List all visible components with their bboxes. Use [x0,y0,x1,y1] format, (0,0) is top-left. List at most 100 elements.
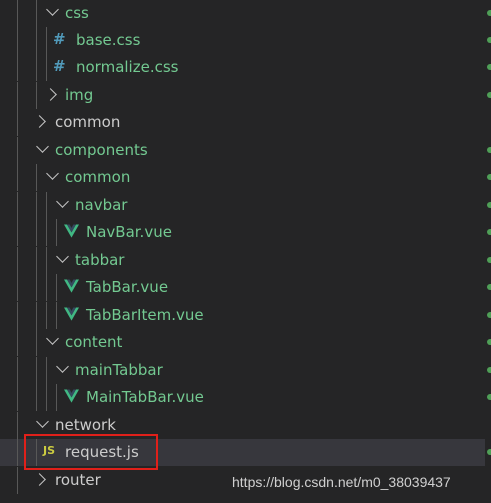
indent-guide [46,384,47,411]
file-label: normalize.css [76,58,179,76]
chevron-down-icon [46,3,59,16]
folder-label: content [65,333,123,351]
indent-guide [46,357,47,384]
tree-item-tabbar-folder[interactable]: tabbar [0,247,485,274]
tree-item-normalize-css[interactable]: # normalize.css [0,54,485,81]
indent-guide [56,274,57,301]
css-file-icon: # [53,57,66,75]
folder-label: network [55,416,116,434]
git-decoration-dot [487,174,491,180]
indent-guide [36,384,37,411]
tree-item-img-folder[interactable]: img [0,82,485,109]
indent-guide [36,329,37,356]
indent-guide [17,467,18,494]
indent-guide [46,302,47,329]
chevron-down-icon [36,140,49,153]
tree-item-tabbar-vue[interactable]: TabBar.vue [0,274,485,301]
tree-item-css-folder[interactable]: css [0,0,485,27]
indent-guide [46,54,47,81]
tree-item-navbar-vue[interactable]: NavBar.vue [0,219,485,246]
indent-guide [36,27,37,54]
indent-guide [17,357,18,384]
git-decoration-dot [487,449,491,455]
vue-file-icon [64,279,79,293]
indent-guide [56,384,57,411]
vue-file-icon [64,224,79,238]
indent-guide [17,439,18,466]
tree-item-maintabbar-vue[interactable]: MainTabBar.vue [0,384,485,411]
git-decoration-dot [487,202,491,208]
indent-guide [36,192,37,219]
indent-guide [46,219,47,246]
highlight-box [24,434,158,470]
folder-label: img [65,86,94,104]
indent-guide [36,274,37,301]
indent-guide [46,247,47,274]
chevron-right-icon [33,473,46,486]
git-decoration-dot [487,37,491,43]
indent-guide [17,412,18,439]
tree-item-common-subfolder[interactable]: common [0,164,485,191]
indent-guide [17,274,18,301]
indent-guide [56,219,57,246]
folder-label: css [65,4,89,22]
indent-guide [17,384,18,411]
chevron-down-icon [46,167,59,180]
indent-guide [17,0,18,27]
file-label: MainTabBar.vue [86,388,204,406]
indent-guide [17,219,18,246]
indent-guide [56,302,57,329]
indent-guide [17,302,18,329]
folder-label: router [55,471,101,489]
git-decoration-dot [487,257,491,263]
chevron-down-icon [36,415,49,428]
indent-guide [46,27,47,54]
indent-guide [36,219,37,246]
git-decoration-dot [487,229,491,235]
chevron-right-icon [33,115,46,128]
tree-item-common-folder[interactable]: common [0,109,485,136]
tree-item-content-folder[interactable]: content [0,329,485,356]
tree-item-base-css[interactable]: # base.css [0,27,485,54]
vue-file-icon [64,389,79,403]
tree-item-components-folder[interactable]: components [0,137,485,164]
git-decoration-dot [487,284,491,290]
indent-guide [36,302,37,329]
folder-label: common [65,168,131,186]
indent-guide [17,164,18,191]
tree-item-navbar-folder[interactable]: navbar [0,192,485,219]
folder-label: navbar [75,196,128,214]
watermark-text: https://blog.csdn.net/m0_38039437 [232,474,451,490]
git-decoration-dot [487,64,491,70]
folder-label: components [55,141,148,159]
indent-guide [17,109,18,136]
git-decoration-dot [487,367,491,373]
file-label: TabBar.vue [86,278,169,296]
folder-label: tabbar [75,251,125,269]
folder-label: common [55,113,121,131]
git-decoration-dot [487,10,491,16]
tree-item-tabbaritem-vue[interactable]: TabBarItem.vue [0,302,485,329]
file-explorer-tree: css # base.css # normalize.css img commo… [0,0,491,503]
chevron-down-icon [56,360,69,373]
indent-guide [46,192,47,219]
indent-guide [46,274,47,301]
git-decoration-dot [487,92,491,98]
git-decoration-dot [487,312,491,318]
indent-guide [17,82,18,109]
indent-guide [17,329,18,356]
indent-guide [17,192,18,219]
indent-guide [36,82,37,109]
git-decoration-dot [487,339,491,345]
chevron-right-icon [44,88,57,101]
indent-guide [36,54,37,81]
tree-item-maintabbar-folder[interactable]: mainTabbar [0,357,485,384]
indent-guide [17,247,18,274]
indent-guide [17,54,18,81]
chevron-down-icon [56,195,69,208]
file-label: base.css [76,31,141,49]
indent-guide [17,27,18,54]
indent-guide [17,137,18,164]
chevron-down-icon [56,250,69,263]
file-label: TabBarItem.vue [86,306,204,324]
